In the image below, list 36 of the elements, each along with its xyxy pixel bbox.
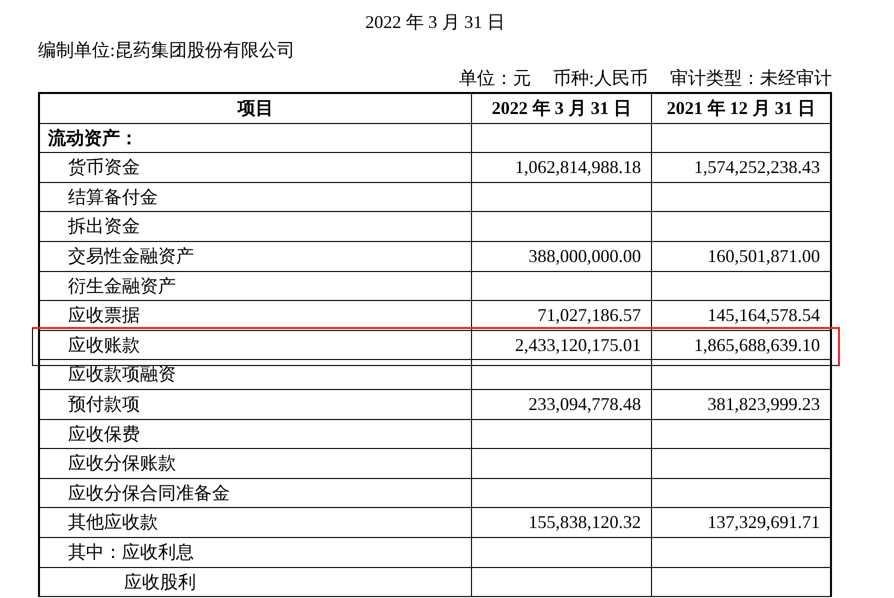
column-header: 项目 [40, 94, 471, 124]
row-label: 应收款项融资 [40, 360, 471, 390]
row-label: 应收分保合同准备金 [40, 478, 471, 508]
row-label: 应收分保账款 [40, 449, 471, 479]
row-label: 应收保费 [40, 420, 471, 450]
row-label: 货币资金 [40, 153, 471, 183]
section-title: 流动资产： [40, 124, 471, 154]
meta-label: 币种:人民币 [552, 67, 648, 90]
row-label: 预付款项 [40, 390, 471, 420]
meta-label: 审计类型：未经审计 [670, 67, 832, 90]
row-label: 拆出资金 [40, 212, 471, 242]
amount-cell: 1,574,252,238.43 [651, 153, 830, 183]
amount-cell: 155,838,120.32 [471, 508, 651, 538]
amount-cell: 388,000,000.00 [471, 242, 651, 272]
row-label: 衍生金融资产 [40, 272, 471, 302]
report-date: 2022 年 3 月 31 日 [365, 12, 505, 32]
column-header: 2021 年 12 月 31 日 [651, 94, 830, 124]
amount-cell: 160,501,871.00 [651, 242, 830, 272]
amount-cell: 2,433,120,175.01 [471, 330, 651, 360]
column-header: 2022 年 3 月 31 日 [471, 94, 651, 124]
row-label: 应收账款 [40, 330, 471, 360]
amount-cell: 71,027,186.57 [471, 301, 651, 331]
amount-cell: 145,164,578.54 [651, 301, 830, 331]
amount-cell: 137,329,691.71 [651, 508, 830, 538]
company-name: 编制单位:昆药集团股份有限公司 [38, 40, 296, 60]
row-label: 其中：应收利息 [40, 538, 471, 568]
row-label: 交易性金融资产 [40, 242, 471, 272]
row-label: 应收股利 [40, 568, 471, 598]
amount-cell: 1,062,814,988.18 [471, 153, 651, 183]
row-label: 其他应收款 [40, 508, 471, 538]
amount-cell: 381,823,999.23 [651, 390, 830, 420]
meta-label: 单位：元 [458, 67, 531, 90]
amount-cell: 1,865,688,639.10 [651, 330, 830, 360]
row-label: 应收票据 [40, 301, 471, 331]
row-label: 结算备付金 [40, 182, 471, 212]
amount-cell: 233,094,778.48 [471, 390, 651, 420]
